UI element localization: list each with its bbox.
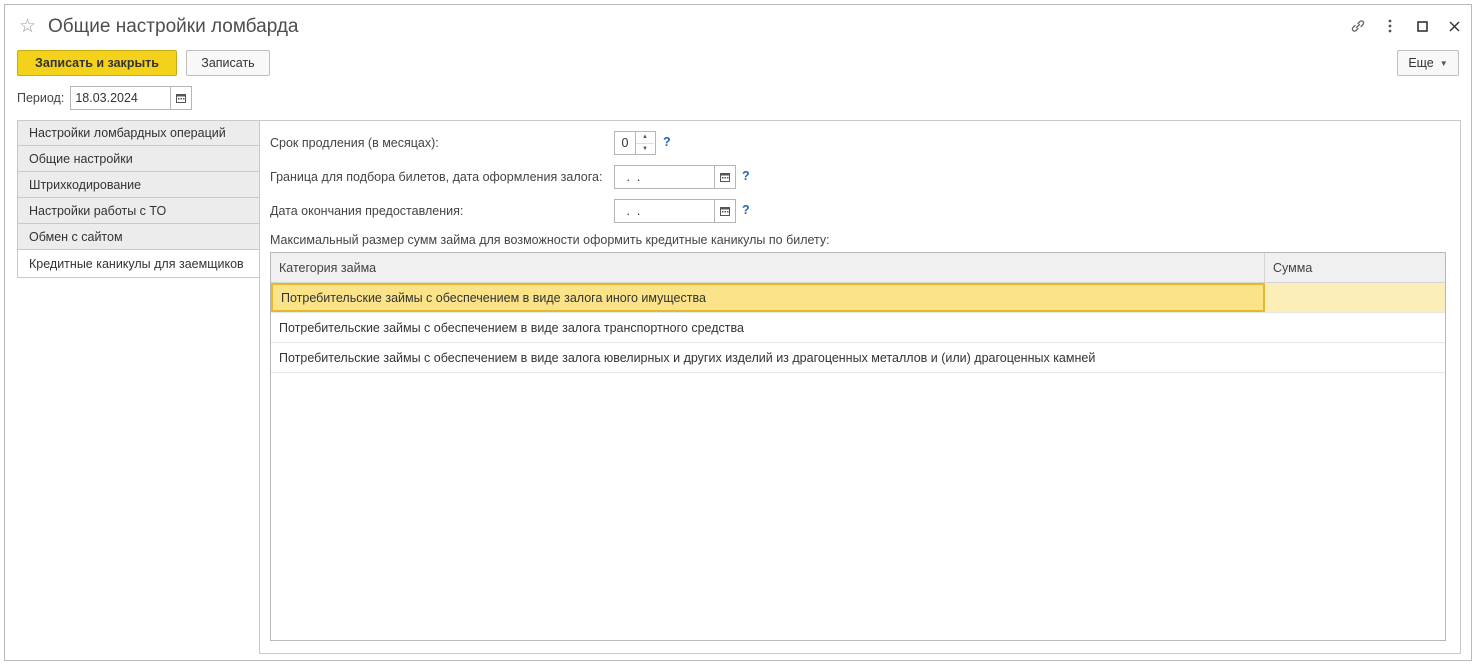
- table-cell-sum[interactable]: [1265, 313, 1445, 342]
- end-date-input[interactable]: . .: [614, 199, 736, 223]
- table-cell-sum[interactable]: [1265, 283, 1445, 312]
- column-header-sum[interactable]: Сумма: [1265, 253, 1445, 282]
- calendar-icon[interactable]: [714, 166, 735, 188]
- period-field: Период: 18.03.2024: [17, 86, 193, 110]
- settings-window: ☆ Общие настройки ломбарда Записать и за…: [4, 4, 1472, 661]
- more-vert-icon[interactable]: [1381, 17, 1399, 35]
- extension-help-icon[interactable]: ?: [663, 135, 671, 149]
- more-button-label: Еще: [1408, 56, 1434, 70]
- period-label: Период:: [17, 91, 65, 105]
- extension-value: 0: [621, 136, 629, 150]
- period-value: 18.03.2024: [75, 91, 138, 105]
- tab-to-settings[interactable]: Настройки работы с ТО: [17, 198, 260, 224]
- column-header-category[interactable]: Категория займа: [271, 253, 1265, 282]
- max-sum-section-label: Максимальный размер сумм займа для возмо…: [270, 233, 830, 247]
- window-controls: [1349, 17, 1463, 35]
- border-help-icon[interactable]: ?: [742, 169, 750, 183]
- maximize-icon[interactable]: [1413, 17, 1431, 35]
- table-row[interactable]: Потребительские займы с обеспечением в в…: [271, 343, 1445, 373]
- end-date-value: . .: [623, 204, 641, 218]
- calendar-icon[interactable]: [170, 87, 192, 109]
- stepper-up-icon[interactable]: ▲: [636, 132, 654, 144]
- save-and-close-button[interactable]: Записать и закрыть: [17, 50, 177, 76]
- link-icon[interactable]: [1349, 17, 1367, 35]
- end-date-row: Дата окончания предоставления:: [270, 198, 463, 224]
- period-date-input[interactable]: 18.03.2024: [70, 86, 193, 110]
- table-row[interactable]: Потребительские займы с обеспечением в в…: [271, 313, 1445, 343]
- window-title: Общие настройки ломбарда: [48, 16, 299, 37]
- table-cell-category[interactable]: Потребительские займы с обеспечением в в…: [271, 313, 1265, 342]
- tab-barcoding[interactable]: Штрихкодирование: [17, 172, 260, 198]
- table-header: Категория займа Сумма: [271, 253, 1445, 283]
- end-date-label: Дата окончания предоставления:: [270, 204, 464, 218]
- extension-row: Срок продления (в месяцах):: [270, 130, 439, 156]
- favorite-star-icon[interactable]: ☆: [19, 15, 36, 38]
- caret-down-icon: ▼: [1439, 58, 1448, 68]
- extension-months-stepper[interactable]: 0 ▲ ▼: [614, 131, 656, 155]
- table-row[interactable]: Потребительские займы с обеспечением в в…: [271, 283, 1445, 313]
- stepper-arrows: ▲ ▼: [635, 132, 654, 154]
- tab-site-exchange[interactable]: Обмен с сайтом: [17, 224, 260, 250]
- credit-holidays-panel: Срок продления (в месяцах): 0 ▲ ▼ ? Гран…: [259, 120, 1461, 654]
- save-button[interactable]: Записать: [186, 50, 270, 76]
- loan-category-table[interactable]: Категория займа Сумма Потребительские за…: [270, 252, 1446, 641]
- end-date-help-icon[interactable]: ?: [742, 203, 750, 217]
- more-button[interactable]: Еще ▼: [1397, 50, 1459, 76]
- border-row: Граница для подбора билетов, дата оформл…: [270, 164, 602, 190]
- table-cell-category[interactable]: Потребительские займы с обеспечением в в…: [271, 343, 1265, 372]
- tab-general-settings[interactable]: Общие настройки: [17, 146, 260, 172]
- tab-credit-holidays[interactable]: Кредитные каникулы для заемщиков: [17, 250, 260, 278]
- title-bar: ☆ Общие настройки ломбарда: [5, 5, 1471, 49]
- close-icon[interactable]: [1445, 17, 1463, 35]
- settings-tabs: Настройки ломбардных операций Общие наст…: [17, 120, 260, 278]
- border-label: Граница для подбора билетов, дата оформл…: [270, 170, 603, 184]
- stepper-down-icon[interactable]: ▼: [636, 144, 654, 155]
- border-date-value: . .: [623, 170, 641, 184]
- command-bar: Записать и закрыть Записать Еще ▼: [17, 50, 1459, 76]
- table-cell-sum[interactable]: [1265, 343, 1445, 372]
- extension-label: Срок продления (в месяцах):: [270, 136, 439, 150]
- tab-pawn-operations[interactable]: Настройки ломбардных операций: [17, 120, 260, 146]
- table-cell-category[interactable]: Потребительские займы с обеспечением в в…: [271, 283, 1265, 312]
- border-date-input[interactable]: . .: [614, 165, 736, 189]
- calendar-icon[interactable]: [714, 200, 735, 222]
